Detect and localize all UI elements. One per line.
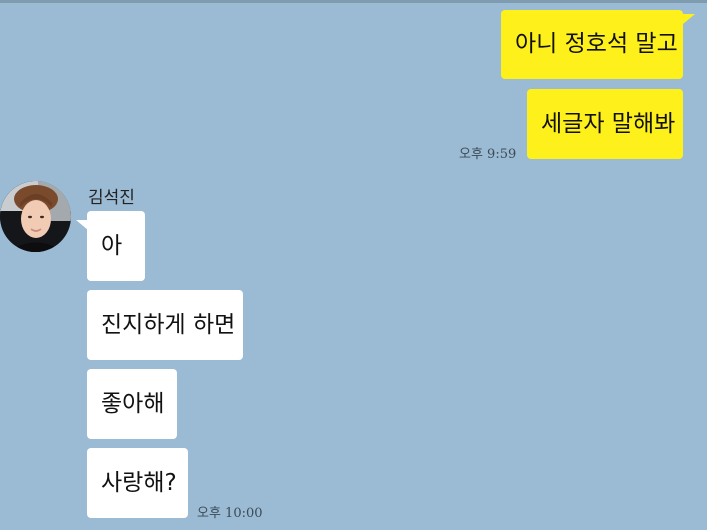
message-timestamp: 오후 10:00	[197, 506, 263, 521]
message-text: 아	[101, 233, 123, 259]
message-timestamp: 오후 9:59	[459, 147, 517, 162]
message-text: 아니 정호석 말고	[515, 31, 678, 57]
message-text: 세글자 말해봐	[541, 111, 676, 137]
incoming-message[interactable]: 좋아해	[87, 369, 177, 439]
message-text: 진지하게 하면	[101, 312, 236, 338]
sender-name: 김석진	[88, 188, 135, 208]
profile-photo-icon	[0, 181, 71, 252]
incoming-message[interactable]: 진지하게 하면	[87, 290, 243, 360]
outgoing-message[interactable]: 아니 정호석 말고	[501, 10, 683, 79]
incoming-message[interactable]: 아	[87, 211, 145, 281]
message-text: 사랑해?	[101, 470, 177, 496]
incoming-message[interactable]: 사랑해?	[87, 448, 188, 518]
top-divider	[0, 0, 707, 3]
message-text: 좋아해	[101, 391, 165, 417]
avatar[interactable]	[0, 181, 71, 252]
bubble-tail	[683, 14, 695, 24]
outgoing-message[interactable]: 세글자 말해봐	[527, 89, 683, 159]
